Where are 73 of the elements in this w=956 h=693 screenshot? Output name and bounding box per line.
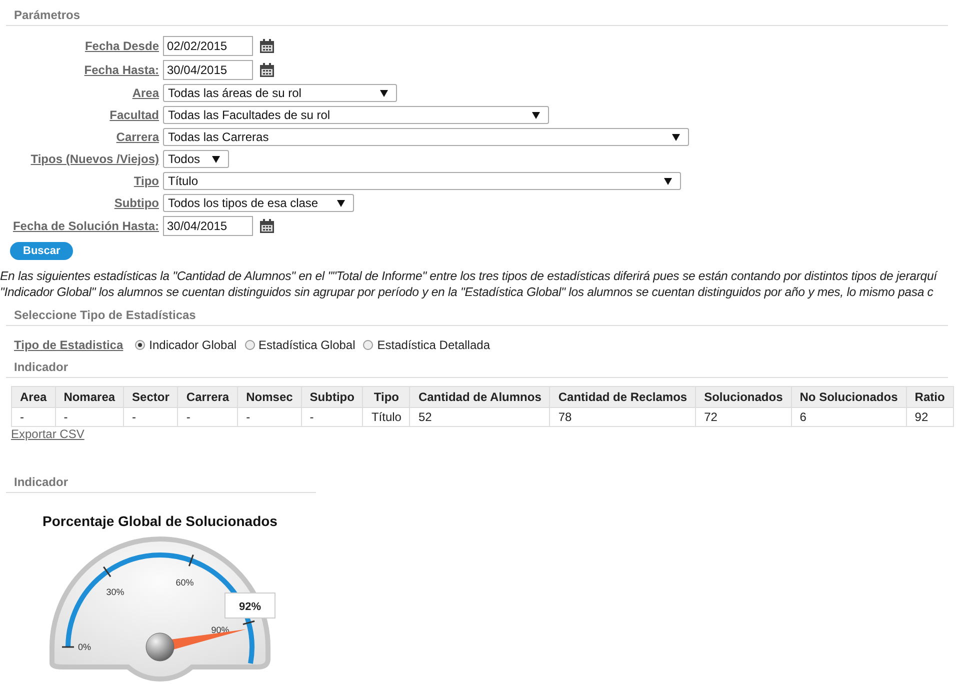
select-dropdown[interactable]: Todas las Carreras (163, 128, 689, 146)
info-text: "Indicador Global" los alumnos se cuentan distinguidos sin agrupar por período y en la "Estadística Global" los alumnos se cuentan distinguidos por año y mes, lo mismo pasa c (0, 284, 934, 300)
radio-option[interactable]: Estadística Global (244, 338, 356, 352)
caret-icon (337, 200, 345, 206)
select-dropdown[interactable]: Todas las áreas de su rol (163, 84, 397, 102)
table-cell: - (178, 408, 238, 426)
tick-mark (62, 646, 74, 648)
table-cell: 92 (906, 408, 954, 426)
column-header: Ratio (906, 386, 954, 408)
field-label[interactable]: Tipos (Nuevos /Viejos) (0, 152, 163, 166)
select-dropdown[interactable]: Título (163, 172, 681, 190)
caret-icon (532, 112, 540, 118)
column-header: Subtipo (301, 386, 363, 408)
field-label[interactable]: Subtipo (0, 196, 163, 210)
tick-label: 0% (78, 642, 92, 652)
tick-mark (188, 554, 194, 566)
field-label[interactable]: Fecha Desde (0, 39, 163, 53)
table-cell: - (301, 408, 363, 426)
table-cell: - (238, 408, 302, 426)
tick-label: 90% (211, 624, 230, 635)
table-cell: - (12, 408, 56, 426)
caret-icon (380, 90, 388, 96)
field-label[interactable]: Tipo de Estadistica (0, 338, 124, 352)
table-cell: Título (362, 408, 410, 426)
chart-title: Porcentaje Global de Solucionados (42, 513, 278, 529)
table-cell: 78 (550, 408, 696, 426)
table-cell: - (124, 408, 178, 426)
export-link[interactable]: Exportar CSV (11, 427, 84, 441)
select-dropdown[interactable]: Todas las Facultades de su rol (163, 106, 549, 124)
select-dropdown[interactable]: Todos (163, 150, 229, 168)
section-title: Seleccione Tipo de Estadísticas (6, 300, 948, 326)
radio-option[interactable]: Estadística Detallada (363, 338, 490, 352)
column-header: Nomsec (238, 386, 302, 408)
gauge-knob (146, 632, 174, 662)
column-header: Area (12, 386, 56, 408)
field-label[interactable]: Fecha de Solución Hasta: (0, 219, 163, 233)
caret-icon (664, 178, 672, 184)
column-header: Carrera (178, 386, 238, 408)
caret-icon (672, 134, 680, 140)
tick-mark (103, 566, 112, 578)
section-title: Parámetros (6, 0, 948, 26)
date-field[interactable]: 30/04/2015 (163, 60, 253, 80)
field-label[interactable]: Tipo (0, 174, 163, 188)
caret-icon (212, 156, 220, 162)
table-cell: 6 (791, 408, 906, 426)
calendar-icon[interactable] (259, 218, 275, 234)
field-label[interactable]: Fecha Hasta: (0, 63, 163, 77)
section-title: Indicador (6, 352, 948, 378)
tick-label: 60% (176, 578, 194, 588)
column-header: Solucionados (696, 386, 792, 408)
calendar-icon[interactable] (259, 38, 275, 54)
field-label[interactable]: Carrera (0, 130, 163, 144)
column-header: Tipo (362, 386, 410, 408)
table-cell: - (55, 408, 124, 426)
select-dropdown[interactable]: Todos los tipos de esa clase (163, 194, 354, 212)
tick-label: 30% (106, 586, 124, 597)
column-header: Nomarea (55, 386, 124, 408)
calendar-icon[interactable] (259, 62, 275, 78)
column-header: No Solucionados (791, 386, 906, 408)
section-title: Indicador (6, 467, 316, 493)
date-field[interactable]: 02/02/2015 (163, 36, 253, 56)
table-cell: 52 (410, 408, 550, 426)
field-label[interactable]: Area (0, 86, 163, 100)
radio-option[interactable]: Indicador Global (135, 338, 237, 352)
column-header: Cantidad de Alumnos (410, 386, 550, 408)
tick-mark (242, 620, 255, 626)
column-header: Cantidad de Reclamos (550, 386, 696, 408)
table-cell: 72 (696, 408, 792, 426)
info-text: En las siguientes estadísticas la "Cantidad de Alumnos" en el ""Total de Informe" entre los tres tipos de estadísticas diferirá pues se están contando por distintos tipos de jerarquí (0, 268, 939, 284)
value-callout: 92% (224, 592, 276, 618)
field-label[interactable]: Facultad (0, 108, 163, 122)
date-field[interactable]: 30/04/2015 (163, 216, 253, 236)
column-header: Sector (124, 386, 178, 408)
